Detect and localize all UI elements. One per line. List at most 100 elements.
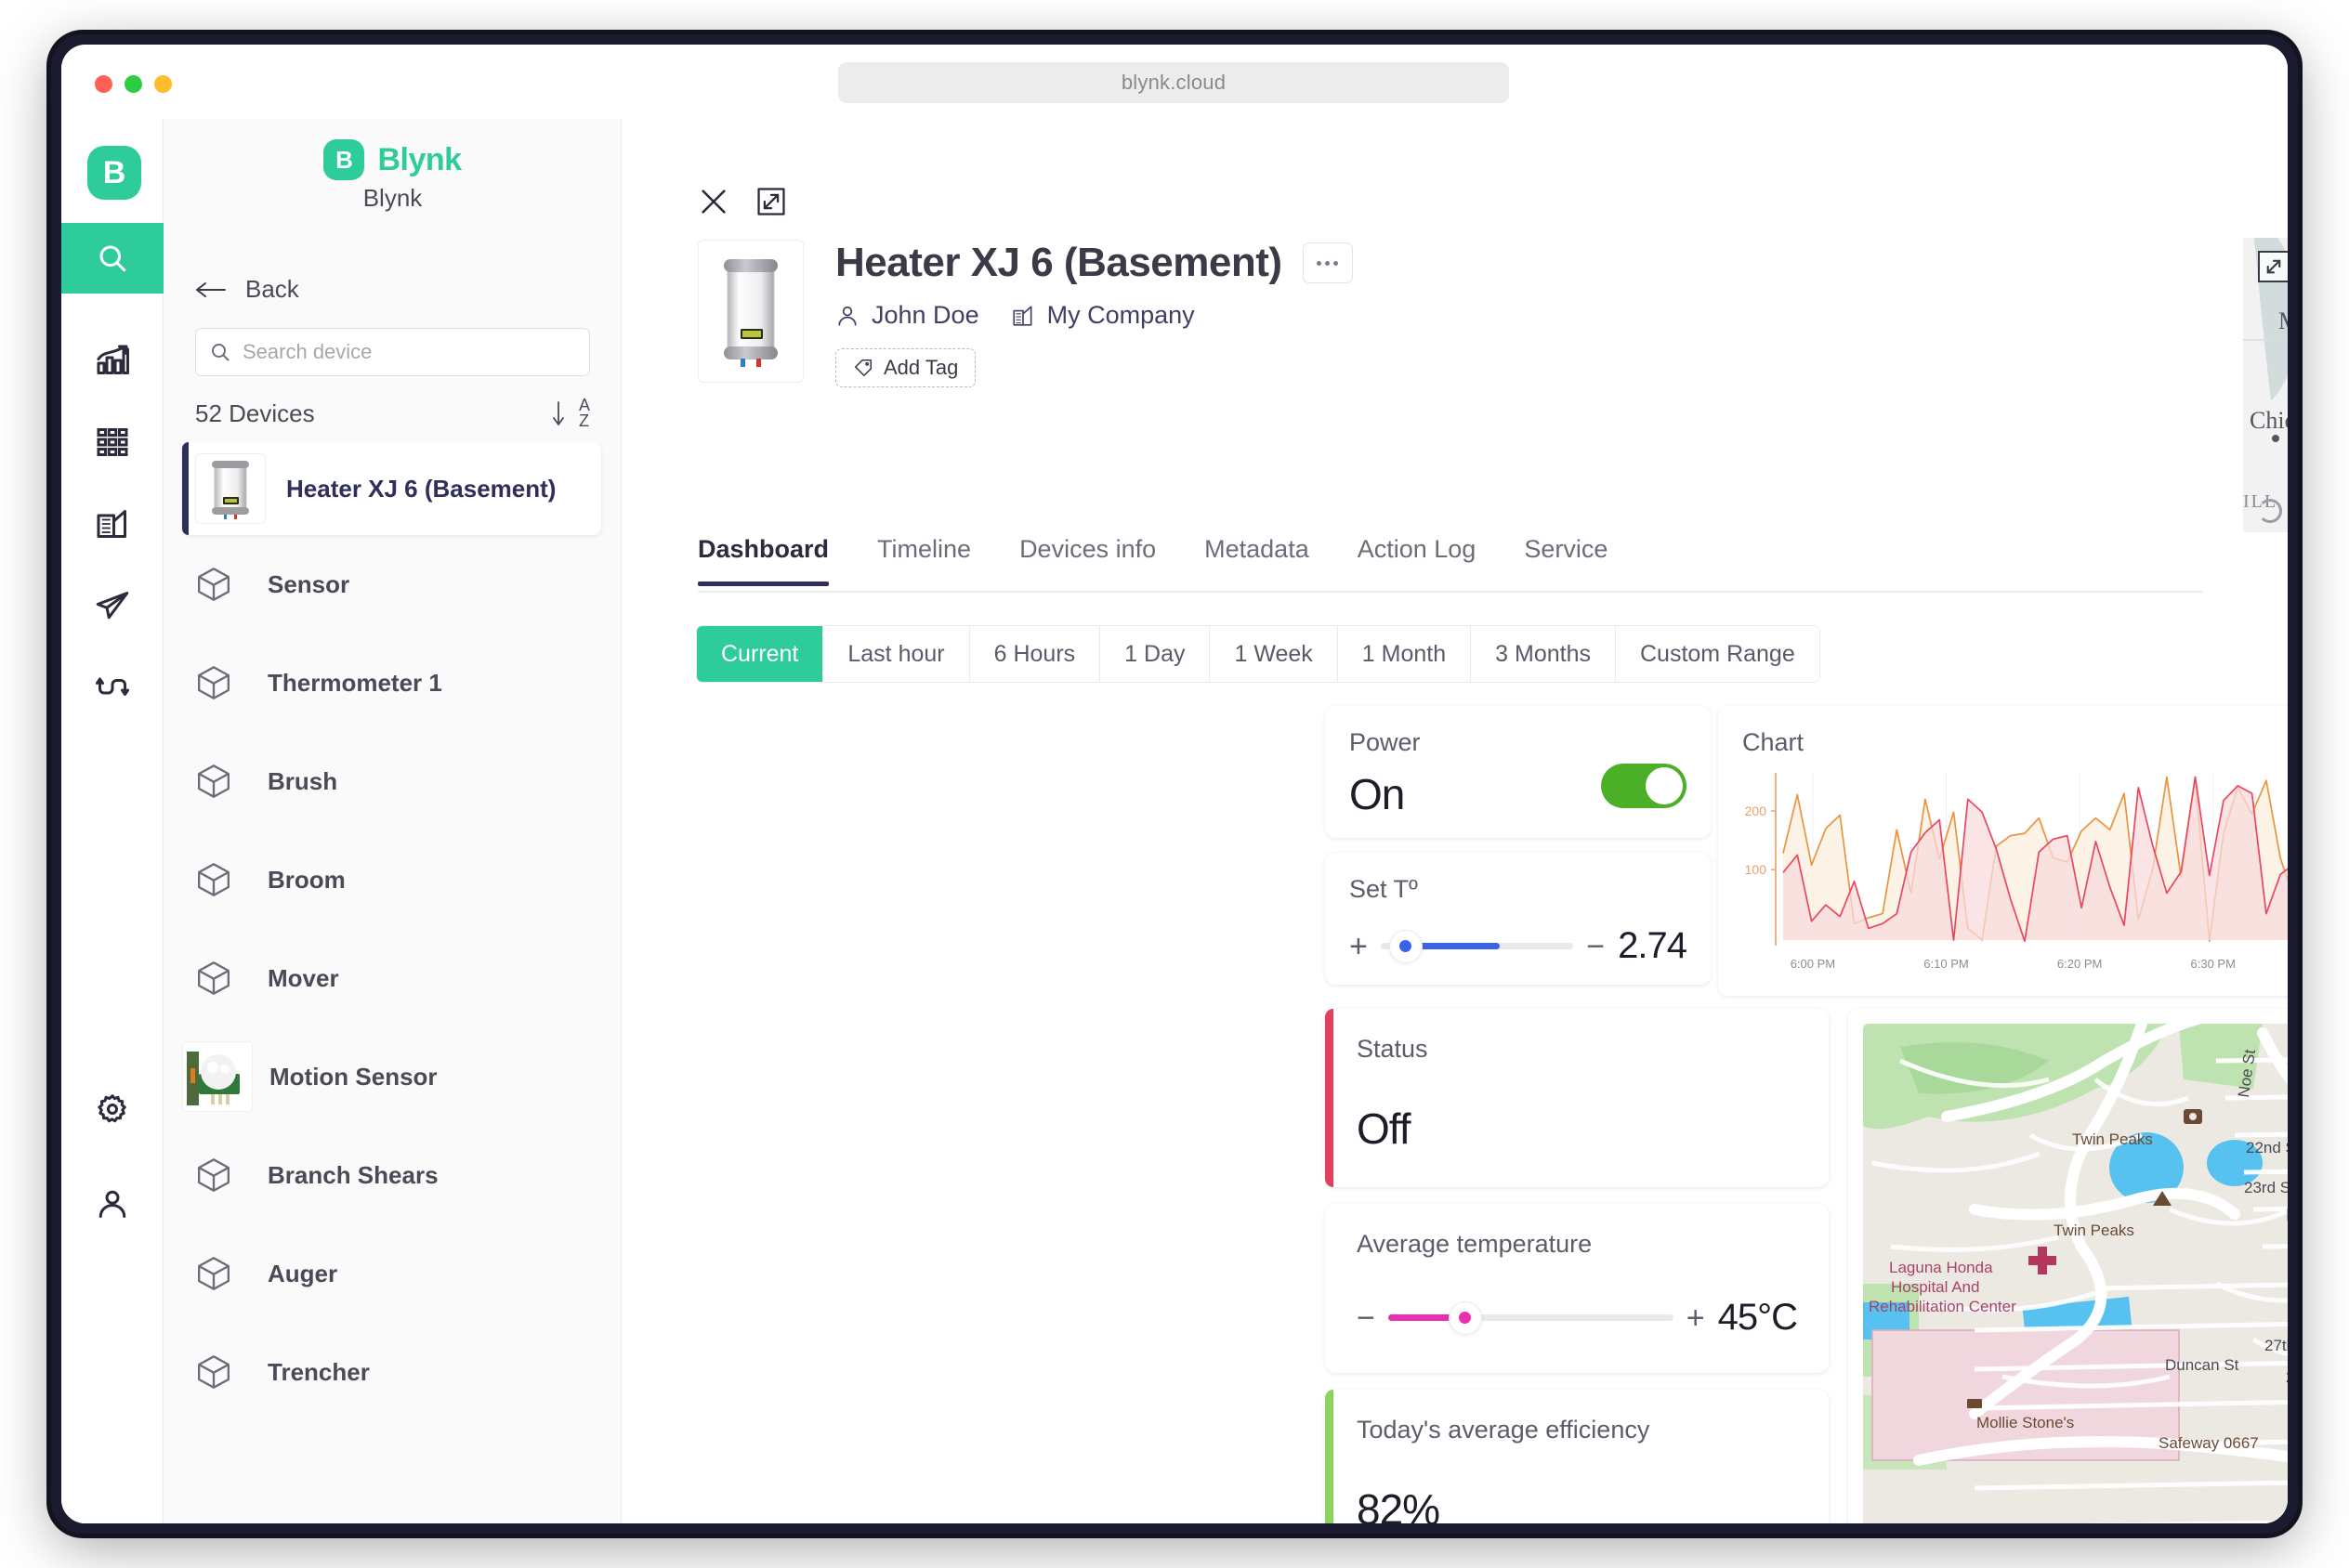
send-icon — [96, 589, 129, 622]
list-item[interactable]: Heater XJ 6 (Basement) — [182, 442, 601, 535]
brand-logo-badge: B — [323, 139, 364, 180]
expand-arrows-icon — [2260, 253, 2288, 281]
list-item-label: Trencher — [268, 1358, 370, 1387]
avg-temp-slider[interactable] — [1388, 1314, 1673, 1321]
logo-letter: B — [103, 155, 126, 191]
rail-item-automation[interactable] — [61, 652, 164, 723]
blynk-logo-badge[interactable]: B — [87, 146, 141, 200]
list-item[interactable]: Motion Sensor — [164, 1027, 622, 1126]
user-icon — [835, 304, 860, 328]
list-item[interactable]: Sensor — [164, 535, 622, 634]
organization-icon — [1011, 304, 1035, 328]
expand-icon[interactable] — [755, 186, 787, 217]
range-6-hours[interactable]: 6 Hours — [970, 626, 1101, 682]
window-maximize-button[interactable] — [154, 75, 172, 93]
sort-az-button[interactable]: AZ — [552, 398, 590, 429]
tab-dashboard[interactable]: Dashboard — [698, 535, 829, 584]
status-badge: Off — [1357, 1104, 1411, 1154]
tab-service[interactable]: Service — [1524, 535, 1608, 584]
avg-temp-slider-knob[interactable] — [1450, 1302, 1481, 1334]
set-temp-slider[interactable] — [1381, 943, 1573, 949]
efficiency-accent-bar — [1325, 1390, 1333, 1523]
list-item[interactable]: Auger — [164, 1224, 622, 1323]
chart-x-tick-label: 6:30 PM — [2191, 957, 2236, 971]
rail-item-organization[interactable] — [61, 489, 164, 559]
add-tag-button[interactable]: Add Tag — [835, 348, 976, 387]
set-temp-plus-button[interactable]: + — [1349, 931, 1368, 962]
device-list[interactable]: Heater XJ 6 (Basement) Sensor Thermomete… — [164, 442, 622, 1523]
search-device-box[interactable] — [195, 328, 590, 376]
close-icon[interactable] — [698, 186, 729, 217]
widget-chart-title: Chart — [1742, 728, 1804, 757]
set-temp-minus-button[interactable]: − — [1586, 931, 1605, 962]
list-item-label: Mover — [268, 964, 339, 993]
widget-power-title: Power — [1349, 728, 1421, 757]
map-expand-icon[interactable] — [2258, 251, 2288, 282]
map-label: Hospital And — [1891, 1278, 1979, 1297]
widget-chart: Chart 6:00 PM6:10 PM6:20 PM6:30 PM6:40 P… — [1718, 706, 2288, 996]
back-button[interactable]: Back — [195, 275, 299, 304]
overview-city-dot — [2272, 435, 2279, 442]
device-owner-label: John Doe — [872, 301, 979, 330]
avg-temp-plus-button[interactable]: + — [1686, 1302, 1705, 1334]
widget-average-temperature: Average temperature − + 45°C — [1325, 1204, 1829, 1373]
device-header: Heater XJ 6 (Basement) Jo — [698, 240, 1353, 387]
screenshot-root: blynk.cloud B — [0, 0, 2349, 1568]
rail-item-analytics[interactable] — [61, 325, 164, 396]
list-item[interactable]: Brush — [164, 732, 622, 830]
power-toggle[interactable] — [1601, 764, 1686, 808]
range-current[interactable]: Current — [697, 626, 823, 682]
range-1-day[interactable]: 1 Day — [1100, 626, 1210, 682]
list-item-label: Branch Shears — [268, 1161, 439, 1190]
tab-metadata[interactable]: Metadata — [1204, 535, 1309, 584]
rail-item-search[interactable] — [61, 223, 164, 294]
dot — [1333, 261, 1338, 266]
back-label: Back — [245, 275, 299, 304]
tab-devices-info[interactable]: Devices info — [1019, 535, 1156, 584]
rail-item-send[interactable] — [61, 570, 164, 641]
list-item[interactable]: Branch Shears — [164, 1126, 622, 1224]
mapbox-logo: mapbox — [2258, 496, 2288, 525]
list-item[interactable]: Mover — [164, 929, 622, 1027]
list-item[interactable]: Trencher — [164, 1323, 622, 1421]
device-organization[interactable]: My Company — [1011, 301, 1195, 330]
rail-item-settings[interactable] — [61, 1074, 164, 1144]
chart-plot[interactable]: 6:00 PM6:10 PM6:20 PM6:30 PM6:40 PM6:50 … — [1729, 767, 2288, 979]
tab-action-log[interactable]: Action Log — [1358, 535, 1476, 584]
status-accent-bar — [1325, 1009, 1333, 1187]
url-bar[interactable]: blynk.cloud — [838, 62, 1509, 103]
widget-status: Status Off — [1325, 1009, 1829, 1187]
range-3-months[interactable]: 3 Months — [1471, 626, 1616, 682]
range-custom[interactable]: Custom Range — [1616, 626, 1819, 682]
list-item-label: Broom — [268, 866, 346, 895]
widget-average-temperature-value: 45°C — [1718, 1297, 1797, 1339]
range-1-week[interactable]: 1 Week — [1210, 626, 1337, 682]
range-last-hour[interactable]: Last hour — [823, 626, 969, 682]
motion-sensor-icon — [183, 1042, 252, 1111]
window-minimize-button[interactable] — [125, 75, 142, 93]
analytics-icon — [96, 344, 129, 377]
map-label: Twin Peaks — [2054, 1222, 2134, 1240]
device-sidebar: B Blynk Blynk Back — [164, 119, 622, 1523]
avg-temp-minus-button[interactable]: − — [1357, 1302, 1375, 1334]
list-item[interactable]: Thermometer 1 — [164, 634, 622, 732]
search-icon — [209, 341, 231, 363]
rail-item-grid[interactable] — [61, 407, 164, 477]
overview-city-label: Milwaukee — [2278, 307, 2288, 335]
widget-overview-map[interactable]: MilwaukeeChicagoDetroitFort WayneLondonT… — [2243, 238, 2288, 532]
list-item-label: Heater XJ 6 (Basement) — [286, 475, 556, 503]
list-item-label: Brush — [268, 767, 337, 796]
more-options-button[interactable] — [1303, 242, 1353, 283]
device-owner[interactable]: John Doe — [835, 301, 979, 330]
widget-map[interactable]: Twin PeaksTwin PeaksLaguna HondaHospital… — [1848, 1009, 2288, 1523]
rail-item-user[interactable] — [61, 1169, 164, 1239]
search-input[interactable] — [243, 340, 576, 364]
map-canvas[interactable]: Twin PeaksTwin PeaksLaguna HondaHospital… — [1863, 1024, 2288, 1523]
panel-controls — [698, 186, 787, 217]
window-close-button[interactable] — [95, 75, 112, 93]
set-temp-slider-knob[interactable] — [1390, 931, 1422, 962]
tab-timeline[interactable]: Timeline — [877, 535, 971, 584]
cube-icon — [195, 763, 232, 800]
range-1-month[interactable]: 1 Month — [1338, 626, 1471, 682]
list-item[interactable]: Broom — [164, 830, 622, 929]
